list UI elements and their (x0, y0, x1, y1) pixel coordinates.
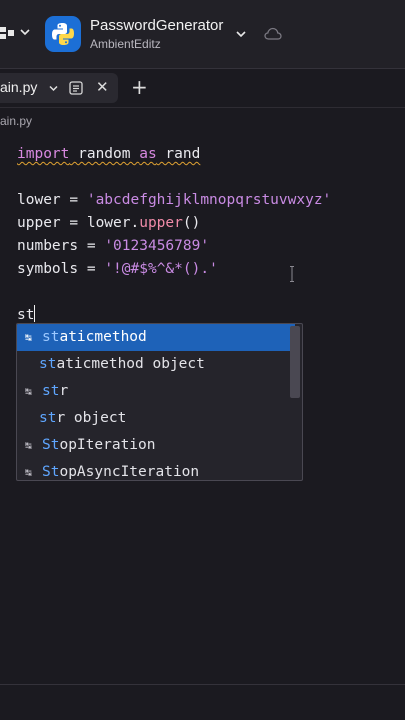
string-literal: '0123456789' (104, 238, 210, 254)
chevron-down-icon[interactable] (49, 85, 58, 92)
string-literal: '!@#$%^&*().' (104, 261, 218, 277)
tab-main-py[interactable]: ain.py ✕ (0, 73, 118, 103)
code-line-6: symbols = '!@#$%^&*().' (17, 259, 218, 279)
symbol-icon: ↹ (25, 331, 32, 344)
keyword-import: import (17, 146, 70, 162)
top-bar: PasswordGenerator AmbientEditz (0, 0, 405, 69)
cloud-icon[interactable] (264, 27, 282, 40)
chevron-down-icon[interactable] (236, 30, 246, 38)
typed-text: st (17, 307, 35, 323)
autocomplete-item[interactable]: ↹ StopAsyncIteration (17, 459, 295, 480)
code-text: rand (156, 146, 201, 162)
add-tab-icon[interactable]: + (131, 77, 148, 97)
autocomplete-item[interactable]: str object (17, 405, 302, 432)
mouse-ibeam-icon (290, 266, 294, 282)
workspace-menu-icon[interactable] (0, 26, 18, 40)
autocomplete-item[interactable]: staticmethod object (17, 351, 302, 378)
code-line-8: st (17, 305, 36, 325)
code-line-3: lower = 'abcdefghijklmnopqrstuvwxyz' (17, 190, 331, 210)
symbol-icon: ↹ (25, 466, 32, 479)
python-logo-icon[interactable] (45, 16, 81, 52)
file-outline-icon[interactable] (69, 81, 83, 95)
code-text: upper = lower. (17, 215, 140, 231)
chevron-down-icon[interactable] (20, 28, 30, 36)
project-owner[interactable]: AmbientEditz (90, 37, 161, 51)
divider (0, 684, 405, 685)
keyword-as: as (139, 146, 157, 162)
autocomplete-item[interactable]: ↹ StopIteration (17, 432, 295, 459)
code-line-4: upper = lower.upper() (17, 213, 200, 233)
code-text: numbers = (17, 238, 105, 254)
project-name[interactable]: PasswordGenerator (90, 17, 223, 34)
autocomplete-scrollbar[interactable] (290, 326, 300, 398)
symbol-icon: ↹ (25, 385, 32, 398)
tab-bar: ain.py ✕ + (0, 69, 405, 108)
symbol-icon: ↹ (25, 439, 32, 452)
text-cursor (34, 305, 36, 322)
close-icon[interactable]: ✕ (96, 78, 109, 96)
code-text: lower = (17, 192, 87, 208)
code-text: random (69, 146, 140, 162)
autocomplete-item[interactable]: ↹ str (17, 378, 295, 405)
method-name: upper (139, 215, 183, 231)
code-text: () (182, 215, 201, 231)
code-text: symbols = (17, 261, 105, 277)
breadcrumb[interactable]: ain.py (0, 114, 32, 128)
string-literal: 'abcdefghijklmnopqrstuvwxyz' (86, 192, 332, 208)
code-line-1: import random as rand (17, 144, 200, 164)
autocomplete-item[interactable]: ↹ staticmethod (17, 324, 295, 351)
code-line-5: numbers = '0123456789' (17, 236, 209, 256)
autocomplete-dropdown[interactable]: ↹ staticmethod staticmethod object ↹ str s… (16, 323, 303, 481)
tab-label[interactable]: ain.py (0, 79, 37, 95)
